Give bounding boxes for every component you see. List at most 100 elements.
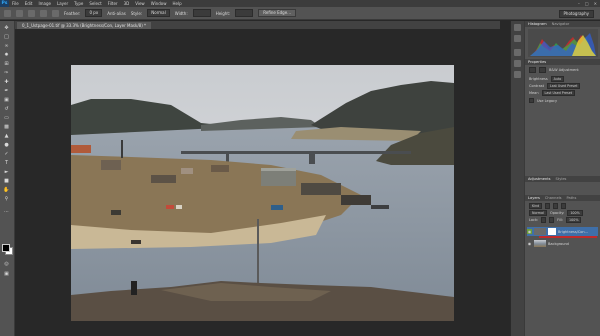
mask-icon[interactable]: [539, 67, 546, 73]
menu-view[interactable]: View: [132, 1, 148, 6]
tab-styles[interactable]: Styles: [556, 177, 567, 181]
feather-input[interactable]: 0 px: [85, 9, 103, 17]
height-label: Height:: [215, 10, 231, 16]
layer-filter-select[interactable]: Kind: [529, 203, 543, 209]
eyedropper-tool-icon[interactable]: ✑: [3, 70, 10, 76]
adjustment-icon: [529, 67, 536, 73]
menu-window[interactable]: Window: [148, 1, 170, 6]
tab-histogram[interactable]: Histogram: [528, 22, 547, 26]
feather-label: Feather:: [64, 10, 81, 16]
opacity-field[interactable]: 100%: [567, 210, 583, 216]
more-tools-icon[interactable]: ⋯: [3, 209, 10, 215]
legacy-checkbox[interactable]: [529, 98, 534, 103]
history-panel-icon[interactable]: [514, 24, 521, 31]
move-tool-icon[interactable]: ✥: [3, 25, 10, 31]
clone-source-panel-icon[interactable]: [514, 71, 521, 78]
lock-pixels-icon[interactable]: [541, 217, 547, 223]
tab-channels[interactable]: Channels: [545, 196, 562, 200]
menu-image[interactable]: Image: [35, 1, 54, 6]
layer-mask-thumb[interactable]: [548, 228, 556, 235]
contrast-field[interactable]: Last Used Preset: [546, 83, 581, 89]
eraser-tool-icon[interactable]: ▭: [3, 115, 10, 121]
menu-layer[interactable]: Layer: [54, 1, 71, 6]
document-tab[interactable]: 0_1_Ustpage-01.tif @ 33.3% (Brightness/C…: [17, 22, 152, 29]
layer-name: Brightness/Con...: [558, 229, 588, 234]
height-input[interactable]: [235, 9, 254, 17]
menu-help[interactable]: Help: [169, 1, 184, 6]
blend-mode-select[interactable]: Normal: [529, 210, 547, 216]
menu-filter[interactable]: Filter: [105, 1, 121, 6]
brightness-field[interactable]: Auto: [550, 76, 565, 82]
healing-tool-icon[interactable]: ✚: [3, 79, 10, 85]
visibility-eye-icon[interactable]: ◉: [527, 229, 532, 234]
screen-mode-icon[interactable]: ▣: [3, 271, 10, 277]
refine-edge-button[interactable]: Refine Edge...: [258, 9, 296, 17]
pen-tool-icon[interactable]: ✓: [3, 151, 10, 157]
marquee-tool-icon[interactable]: □: [3, 34, 10, 40]
layer-row-adjustment[interactable]: ◉ Brightness/Con...: [527, 227, 598, 236]
lasso-tool-icon[interactable]: ∞: [3, 43, 10, 49]
contrast-label: Contrast: [529, 84, 544, 88]
adjustment-thumb: [534, 228, 546, 235]
filter-type-icon[interactable]: [561, 203, 567, 209]
quick-mask-icon[interactable]: ◎: [3, 261, 10, 267]
intersect-selection-icon[interactable]: [52, 9, 59, 17]
mean-field[interactable]: Last Used Preset: [541, 90, 576, 96]
tab-paths[interactable]: Paths: [567, 196, 577, 200]
quick-select-tool-icon[interactable]: ✸: [3, 52, 10, 58]
fill-label: Fill:: [557, 218, 564, 222]
layers-panel-header: Layers Channels Paths: [525, 195, 600, 201]
menu-3d[interactable]: 3D: [121, 1, 133, 6]
style-select[interactable]: Normal: [147, 9, 170, 17]
actions-panel-icon[interactable]: [514, 35, 521, 42]
antialias-checkbox[interactable]: Anti-alias: [107, 11, 126, 16]
blur-tool-icon[interactable]: ▲: [3, 133, 10, 139]
menu-edit[interactable]: Edit: [22, 1, 36, 6]
adjustments-panel-header: Adjustments Styles: [525, 176, 600, 182]
menu-file[interactable]: File: [9, 1, 22, 6]
workspace-select[interactable]: Photography: [558, 10, 594, 18]
menu-bar: Ps File Edit Image Layer Type Select Fil…: [0, 0, 600, 7]
close-icon[interactable]: ✕: [594, 1, 597, 6]
zoom-tool-icon[interactable]: ⚲: [3, 196, 10, 202]
path-select-tool-icon[interactable]: ►: [3, 169, 10, 175]
info-panel-icon[interactable]: [514, 49, 521, 56]
maximize-icon[interactable]: □: [585, 1, 589, 6]
type-tool-icon[interactable]: T: [3, 160, 10, 166]
filter-adjust-icon[interactable]: [553, 203, 559, 209]
clone-stamp-tool-icon[interactable]: ▣: [3, 97, 10, 103]
brushes-panel-icon[interactable]: [514, 60, 521, 67]
panel-icon-strip: [510, 21, 524, 336]
properties-layer-name: B&W Adjustment: [549, 68, 579, 72]
hand-tool-icon[interactable]: ✋: [3, 187, 10, 193]
menu-select[interactable]: Select: [86, 1, 104, 6]
tab-adjustments[interactable]: Adjustments: [528, 177, 551, 181]
visibility-eye-icon[interactable]: ◉: [527, 241, 532, 246]
crop-tool-icon[interactable]: ⊞: [3, 61, 10, 67]
tool-preset-icon[interactable]: [4, 9, 11, 17]
background-thumb: [534, 240, 546, 247]
foreground-color-swatch[interactable]: [2, 244, 10, 252]
subtract-selection-icon[interactable]: [40, 9, 47, 17]
histogram-chart: [530, 33, 596, 56]
tab-navigator[interactable]: Navigator: [552, 22, 570, 26]
mean-label: Mean: [529, 91, 539, 95]
gradient-tool-icon[interactable]: ▩: [3, 124, 10, 130]
fill-field[interactable]: 100%: [566, 217, 582, 223]
width-input[interactable]: [192, 9, 211, 17]
dodge-tool-icon[interactable]: ●: [3, 142, 10, 148]
add-selection-icon[interactable]: [28, 9, 35, 17]
layer-name: Background: [548, 241, 569, 246]
document-image[interactable]: [71, 65, 454, 321]
tab-layers[interactable]: Layers: [528, 196, 540, 200]
shape-tool-icon[interactable]: ■: [3, 178, 10, 184]
minimize-icon[interactable]: –: [578, 1, 580, 6]
layer-row-background[interactable]: ◉ Background: [527, 239, 598, 248]
filter-pixel-icon[interactable]: [545, 203, 551, 209]
history-brush-tool-icon[interactable]: ↺: [3, 106, 10, 112]
options-bar: Feather: 0 px Anti-alias Style: Normal W…: [0, 7, 600, 20]
lock-position-icon[interactable]: [549, 217, 555, 223]
new-selection-icon[interactable]: [16, 9, 23, 17]
menu-type[interactable]: Type: [71, 1, 86, 6]
brush-tool-icon[interactable]: ✒: [3, 88, 10, 94]
